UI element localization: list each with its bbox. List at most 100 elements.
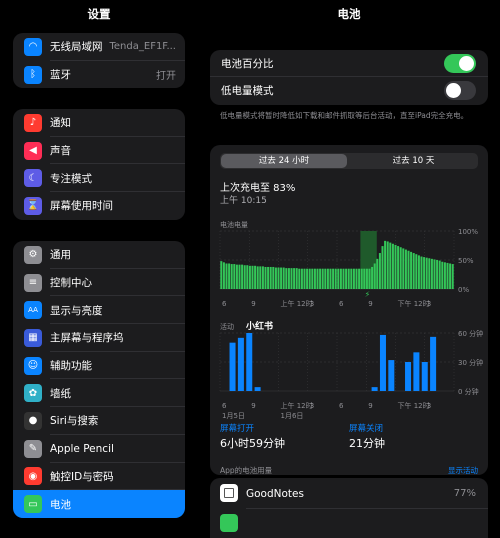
sidebar-group-general: ⚙ 通用 ≡ 控制中心 AA 显示与亮度 ▦ 主屏幕与程序坞 ☺ 辅助功能 ✿ 墙纸 ● Siri与搜索 ✎… xyxy=(13,241,185,518)
chart-bar xyxy=(254,387,261,391)
battery-level-chart: 100%50%0%⚡6 9 上午 12时3 6 9 下午 12时3 xyxy=(219,228,478,308)
bell-icon: ♪ xyxy=(24,113,42,132)
chart-bar xyxy=(436,260,439,289)
accessibility-icon: ☺ xyxy=(24,356,42,375)
chart-bar xyxy=(379,334,386,391)
chart-bar xyxy=(451,264,454,289)
chart-bar xyxy=(339,268,342,289)
time-range-segmented-control: 过去 24 小时 过去 10 天 xyxy=(220,153,478,169)
last-charge-time: 上午 10:15 xyxy=(220,196,267,206)
chart-bar xyxy=(404,249,407,289)
sidebar-item[interactable]: ▭ 电池 xyxy=(13,490,185,518)
x-tick-label: 上午 12时 xyxy=(281,299,313,308)
chart-bar xyxy=(243,265,246,289)
chart-bar xyxy=(222,262,225,289)
chart-bar xyxy=(321,268,324,289)
chart-bar xyxy=(272,266,275,289)
chart-bar xyxy=(347,268,350,289)
sidebar-item-label: Apple Pencil xyxy=(50,442,114,455)
chart-bar xyxy=(332,268,335,289)
sidebar-item[interactable]: AA 显示与亮度 xyxy=(13,296,185,324)
chart-bar xyxy=(316,268,319,289)
sidebar-item-label: 蓝牙 xyxy=(50,69,71,82)
chart-bar xyxy=(420,256,423,289)
sidebar-item[interactable]: ᛒ 蓝牙 打开 xyxy=(13,61,185,89)
low-power-toggle[interactable] xyxy=(444,81,476,100)
battery-percent-row: 电池百分比 xyxy=(210,50,488,77)
sidebar-item[interactable]: ⌛ 屏幕使用时间 xyxy=(13,192,185,220)
chart-bar xyxy=(381,246,384,289)
chart-bar xyxy=(423,257,426,289)
sidebar-item[interactable]: ☺ 辅助功能 xyxy=(13,352,185,380)
battery-percent-label: 电池百分比 xyxy=(221,57,274,70)
sidebar-group-notifications: ♪ 通知 ◀ 声音 ☾ 专注模式 ⌛ 屏幕使用时间 xyxy=(13,109,185,220)
chart-bar xyxy=(415,254,418,289)
battery-panel: 电池 电池百分比 低电量模式 低电量模式将暂时降低如下载和邮件抓取等后台活动，直… xyxy=(198,0,500,538)
x-tick-label: 3 xyxy=(427,402,431,410)
chart-bar xyxy=(373,263,376,289)
sidebar-item[interactable]: ♪ 通知 xyxy=(13,109,185,137)
chart-bar xyxy=(352,268,355,289)
battery-percent-toggle[interactable] xyxy=(444,53,476,73)
chart-bar xyxy=(386,241,389,289)
y-tick-label: 60 分钟 xyxy=(458,329,483,338)
gear-icon: ⚙ xyxy=(24,245,42,264)
chart-bar xyxy=(425,257,428,289)
chart-bar xyxy=(264,266,267,289)
chart-bar xyxy=(413,352,420,391)
sidebar-item[interactable]: ≡ 控制中心 xyxy=(13,269,185,297)
sidebar-item-label: Siri与搜索 xyxy=(50,415,99,428)
sidebar-item[interactable]: ◉ 触控ID与密码 xyxy=(13,463,185,491)
screen-off-label: 屏幕关闭 xyxy=(349,424,384,434)
chart-bar xyxy=(280,267,283,289)
chart-bar xyxy=(233,264,236,289)
chart-bar xyxy=(371,266,374,289)
chart-bar xyxy=(334,268,337,289)
activity-chart: 60 分钟30 分钟0 分钟6 9 上午 12时3 6 9 下午 12时31月5日 1月6日 xyxy=(219,329,483,419)
chart-bar xyxy=(326,268,329,289)
x-date-label: 1月6日 xyxy=(281,412,304,419)
battery-settings-card: 电池百分比 低电量模式 xyxy=(210,50,488,105)
screen-off-value: 21分钟 xyxy=(349,437,385,450)
sidebar-item-value: Tenda_EF1F... xyxy=(109,41,177,53)
sidebar-item[interactable]: ⚙ 通用 xyxy=(13,241,185,269)
chart-bar xyxy=(308,268,311,289)
tab-last-10-days[interactable]: 过去 10 天 xyxy=(349,153,478,169)
chart-bar xyxy=(237,337,244,391)
app-usage-label: App的电池用量 xyxy=(220,466,273,475)
chart-bar xyxy=(365,268,368,289)
sidebar-item[interactable]: ✿ 墙纸 xyxy=(13,379,185,407)
chart-bar xyxy=(405,362,412,391)
battery-usage-card: 过去 24 小时 过去 10 天 上次充电至 83% 上午 10:15 电池电量… xyxy=(210,145,488,475)
sidebar-item[interactable]: ◠ 无线局域网 Tenda_EF1F... xyxy=(13,33,185,61)
chart-bar xyxy=(238,264,241,289)
sidebar-item[interactable]: ✎ Apple Pencil xyxy=(13,435,185,463)
sidebar-item[interactable]: ▦ 主屏幕与程序坞 xyxy=(13,324,185,352)
switches-icon: ≡ xyxy=(24,273,42,292)
chart-bar xyxy=(441,261,444,289)
tab-last-24-hours[interactable]: 过去 24 小时 xyxy=(221,154,347,168)
chart-bar xyxy=(397,246,400,289)
sidebar-item-label: 辅助功能 xyxy=(50,360,92,373)
y-tick-label: 50% xyxy=(458,257,474,265)
y-tick-label: 100% xyxy=(458,228,478,236)
sidebar-item[interactable]: ● Siri与搜索 xyxy=(13,407,185,435)
fingerprint-icon: ◉ xyxy=(24,467,42,486)
wifi-icon: ◠ xyxy=(24,37,42,56)
sidebar-item-label: 屏幕使用时间 xyxy=(50,200,113,213)
chart-bar xyxy=(389,242,392,289)
chart-bar xyxy=(285,268,288,289)
app-icon xyxy=(220,514,238,532)
siri-icon: ● xyxy=(24,411,42,430)
sidebar-item[interactable]: ☾ 专注模式 xyxy=(13,164,185,192)
show-activity-link[interactable]: 显示活动 xyxy=(448,465,478,476)
app-name[interactable]: GoodNotes xyxy=(246,488,304,500)
x-tick-label: 6 xyxy=(339,402,344,410)
settings-sidebar: 设置 ◠ 无线局域网 Tenda_EF1F... ᛒ 蓝牙 打开 ♪ 通知 ◀ 声音 ☾ 专注模式 ⌛… xyxy=(0,0,198,520)
chart-bar xyxy=(399,247,402,289)
sidebar-item[interactable]: ◀ 声音 xyxy=(13,137,185,165)
chart-bar xyxy=(368,268,371,289)
x-tick-label: 3 xyxy=(310,300,314,308)
chart-bar xyxy=(220,261,223,289)
chart-bar xyxy=(421,362,428,391)
